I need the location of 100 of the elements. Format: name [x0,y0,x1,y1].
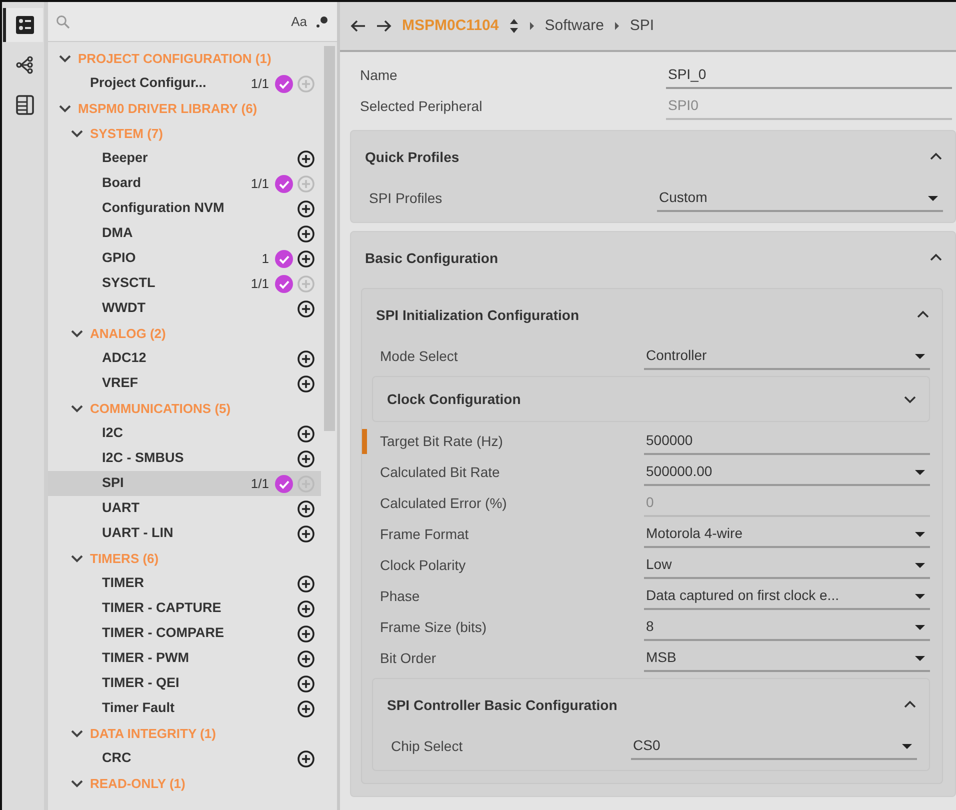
add-icon[interactable] [297,450,315,468]
section-title: SPI Initialization Configuration [376,306,580,325]
add-icon[interactable] [297,424,315,442]
add-icon[interactable] [297,350,315,368]
item-label: Configuration NVM [102,199,224,218]
regex-icon[interactable] [315,14,329,28]
field-label: Calculated Error (%) [380,494,508,513]
tree-item[interactable]: Board 1/1 [48,171,321,196]
breadcrumb-link[interactable]: Software [544,14,604,38]
dropdown-field[interactable]: Low [644,552,930,579]
panel-layout-icon [14,95,34,115]
back-arrow-icon[interactable] [350,18,366,34]
tree-item[interactable]: Configuration NVM [48,196,321,221]
item-label: GPIO [102,249,136,268]
tree-item[interactable]: CRC [48,746,321,771]
dropdown-field[interactable]: 8 [644,614,930,641]
readonly-field: SPI0 [666,93,952,120]
dropdown-field[interactable]: Data captured on first clock e... [644,583,930,610]
section-title: SPI Controller Basic Configuration [387,696,618,715]
add-icon[interactable] [297,524,315,542]
tree-item[interactable]: UART - LIN [48,521,321,546]
tree-item[interactable]: SPI 1/1 [48,471,321,496]
network-icon [14,55,34,75]
match-case-toggle[interactable]: Aa [291,12,307,32]
field-label: Name [360,66,398,85]
dropdown-field[interactable]: Motorola 4-wire [644,521,930,548]
item-label: Timer Fault [102,699,175,718]
dropdown-field[interactable]: CS0 [631,733,917,760]
dropdown-field[interactable]: MSB [644,645,930,672]
tree-item[interactable]: DMA [48,221,321,246]
item-label: TIMER [102,574,144,592]
tree-item[interactable]: I2C [48,421,321,446]
tree-item[interactable]: TIMER - COMPARE [48,621,321,646]
scrollbar[interactable] [324,46,335,431]
section-title: Clock Configuration [387,390,522,409]
tree-item[interactable]: Project Configur... 1/1 [48,71,321,96]
add-icon[interactable] [297,700,315,718]
field-label: Clock Polarity [380,556,467,575]
forward-arrow-icon[interactable] [376,18,392,34]
field-label: Frame Size (bits) [380,618,488,637]
dropdown-field[interactable]: 500000.00 [644,459,930,486]
add-icon[interactable] [297,574,315,592]
add-icon[interactable] [297,200,315,218]
section-title: Quick Profiles [365,148,460,167]
breadcrumb-separator-icon [614,20,620,32]
readonly-field: 0 [644,490,930,517]
add-icon[interactable] [297,224,315,242]
input-field[interactable]: 500000 [644,428,930,455]
add-icon[interactable] [297,300,315,318]
add-icon[interactable] [297,674,315,692]
tree-item[interactable]: SYSCTL 1/1 [48,271,321,296]
tree-item[interactable]: TIMER - QEI [48,671,321,696]
field-label: Target Bit Rate (Hz) [380,432,504,451]
add-icon[interactable] [297,624,315,642]
add-icon[interactable] [297,250,315,268]
tree-item[interactable]: VREF [48,371,321,396]
tree-item[interactable]: UART [48,496,321,521]
item-label: Beeper [102,149,148,168]
item-label: SYSCTL [102,274,156,292]
item-label: ADC12 [102,349,146,368]
tree-item[interactable]: WWDT [48,296,321,321]
item-label: TIMER - COMPARE [102,624,224,642]
item-label: Project Configur... [90,74,206,92]
item-label: WWDT [102,299,146,318]
breadcrumb-link[interactable]: SPI [630,14,654,38]
add-icon[interactable] [297,750,315,768]
dropdown-field[interactable]: Custom [657,185,943,212]
tree-item[interactable]: GPIO 1 [48,246,321,271]
item-label: UART - LIN [102,524,174,542]
tree-item[interactable]: TIMER - PWM [48,646,321,671]
item-label: TIMER - PWM [102,649,189,668]
field-label: Mode Select [380,347,459,366]
tree-item[interactable]: ADC12 [48,346,321,371]
tree-item[interactable]: Beeper [48,146,321,171]
tree-item[interactable]: TIMER - CAPTURE [48,596,321,621]
tree-item[interactable]: TIMER [48,571,321,596]
item-label: Board [102,174,142,192]
instance-count: 1/1 [250,74,269,93]
item-label: I2C - SMBUS [102,449,184,468]
sidebar-view-tab[interactable] [3,8,43,42]
item-label: CRC [102,749,132,768]
instance-count: 1/1 [250,174,269,193]
add-icon[interactable] [297,500,315,518]
tree-item[interactable]: I2C - SMBUS [48,446,321,471]
dropdown-field[interactable]: Controller [644,343,930,370]
item-label: TIMER - CAPTURE [102,599,222,618]
add-icon[interactable] [297,600,315,618]
add-icon[interactable] [297,374,315,392]
input-field[interactable]: SPI_0 [666,62,952,89]
item-label: TIMER - QEI [102,674,180,692]
breadcrumb-separator-icon [528,20,535,32]
item-label: DMA [102,224,133,242]
sort-arrows-icon[interactable] [508,18,519,34]
field-label: SPI Profiles [369,189,444,208]
add-icon[interactable] [297,150,315,168]
tree-item[interactable]: Timer Fault [48,696,321,721]
list-view-icon [14,15,34,35]
add-icon[interactable] [297,650,315,668]
field-label: Chip Select [391,737,464,756]
field-label: Frame Format [380,525,470,544]
